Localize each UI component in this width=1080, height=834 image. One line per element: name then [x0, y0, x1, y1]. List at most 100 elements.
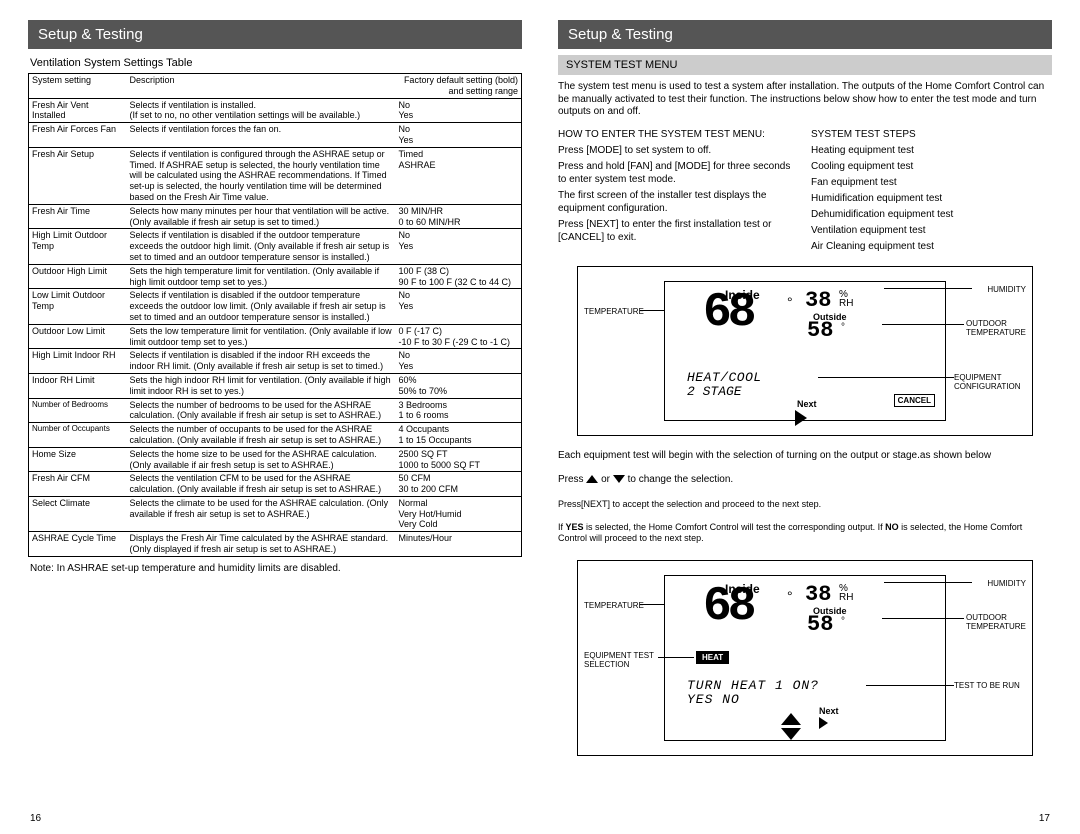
howto-step: The first screen of the installer test d…: [558, 189, 799, 215]
label-temperature: TEMPERATURE: [584, 601, 644, 610]
steps-heading: SYSTEM TEST STEPS: [811, 129, 1052, 140]
cell: Home Size: [29, 447, 127, 472]
left-page: Setup & Testing Ventilation System Setti…: [10, 20, 540, 824]
indoor-temp: 68: [703, 580, 753, 634]
cell: Selects if ventilation is disabled if th…: [127, 289, 396, 324]
next-label: Next: [819, 706, 839, 716]
cell: Low Limit Outdoor Temp: [29, 289, 127, 324]
test-step: Fan equipment test: [811, 176, 1052, 189]
humidity-unit: %RH: [839, 290, 853, 308]
cell: Normal Very Hot/Humid Very Cold: [396, 496, 522, 531]
test-step: Heating equipment test: [811, 144, 1052, 157]
cell: No Yes: [396, 229, 522, 264]
cell: Selects if ventilation forces the fan on…: [127, 123, 396, 148]
cell: Outdoor Low Limit: [29, 324, 127, 349]
table-row: Select ClimateSelects the climate to be …: [29, 496, 522, 531]
table-row: High Limit Outdoor TempSelects if ventil…: [29, 229, 522, 264]
label-outdoor-temp: OUTDOOR TEMPERATURE: [966, 613, 1026, 631]
cell: 100 F (38 C) 90 F to 100 F (32 C to 44 C…: [396, 264, 522, 289]
howto-step: Press and hold [FAN] and [MODE] for thre…: [558, 160, 799, 186]
yes-no: YES NO: [687, 692, 740, 707]
test-step: Air Cleaning equipment test: [811, 240, 1052, 253]
table-row: Number of BedroomsSelects the number of …: [29, 398, 522, 423]
cell: No Yes: [396, 349, 522, 374]
test-step: Humidification equipment test: [811, 192, 1052, 205]
down-button[interactable]: [781, 728, 801, 740]
two-column: HOW TO ENTER THE SYSTEM TEST MENU: Press…: [558, 125, 1052, 256]
test-question: TURN HEAT 1 ON?: [687, 678, 819, 693]
mid-text-3: Press[NEXT] to accept the selection and …: [558, 499, 1052, 510]
cell: Sets the low temperature limit for venti…: [127, 324, 396, 349]
up-button[interactable]: [781, 713, 801, 725]
table-row: Fresh Air CFMSelects the ventilation CFM…: [29, 472, 522, 497]
humidity-value: 38: [805, 288, 831, 313]
next-icon[interactable]: [819, 717, 828, 729]
table-note: Note: In ASHRAE set-up temperature and h…: [30, 563, 522, 574]
cell: Selects if ventilation is disabled if th…: [127, 229, 396, 264]
cell: No Yes: [396, 123, 522, 148]
next-icon[interactable]: [795, 410, 807, 426]
intro-paragraph: The system test menu is used to test a s…: [558, 81, 1052, 119]
cell: 0 F (-17 C) -10 F to 30 F (-29 C to -1 C…: [396, 324, 522, 349]
test-step: Cooling equipment test: [811, 160, 1052, 173]
table-row: High Limit Indoor RHSelects if ventilati…: [29, 349, 522, 374]
cell: 4 Occupants 1 to 15 Occupants: [396, 423, 522, 448]
lcd-diagram-2: TEMPERATURE HUMIDITY OUTDOOR TEMPERATURE…: [558, 560, 1052, 756]
cell: Selects if ventilation is configured thr…: [127, 147, 396, 204]
cancel-button[interactable]: CANCEL: [894, 394, 935, 407]
cell: High Limit Outdoor Temp: [29, 229, 127, 264]
table-row: Fresh Air TimeSelects how many minutes p…: [29, 204, 522, 229]
cell: Minutes/Hour: [396, 532, 522, 557]
table-row: Fresh Air Vent InstalledSelects if venti…: [29, 98, 522, 123]
label-equip-test-sel: EQUIPMENT TEST SELECTION: [584, 651, 658, 669]
up-icon: [586, 475, 598, 483]
how-to-column: HOW TO ENTER THE SYSTEM TEST MENU: Press…: [558, 125, 799, 256]
cell: No Yes: [396, 289, 522, 324]
cell: ASHRAE Cycle Time: [29, 532, 127, 557]
cell: Fresh Air Setup: [29, 147, 127, 204]
label-test-to-run: TEST TO BE RUN: [954, 681, 1026, 690]
degree-icon: °: [787, 294, 793, 310]
table-row: Fresh Air Forces FanSelects if ventilati…: [29, 123, 522, 148]
cell: Timed ASHRAE: [396, 147, 522, 204]
cell: Sets the high temperature limit for vent…: [127, 264, 396, 289]
cell: Fresh Air Vent Installed: [29, 98, 127, 123]
label-humidity: HUMIDITY: [987, 285, 1026, 294]
howto-step: Press [MODE] to set system to off.: [558, 144, 799, 157]
cell: 3 Bedrooms 1 to 6 rooms: [396, 398, 522, 423]
humidity-value: 38: [805, 582, 831, 607]
degree-icon: °: [787, 588, 793, 604]
cell: Selects the number of occupants to be us…: [127, 423, 396, 448]
label-temperature: TEMPERATURE: [584, 307, 644, 316]
cell: Number of Bedrooms: [29, 398, 127, 423]
table-header-row: System setting Description Factory defau…: [29, 74, 522, 99]
test-step: Ventilation equipment test: [811, 224, 1052, 237]
cell: Selects if ventilation is installed. (If…: [127, 98, 396, 123]
table-row: Indoor RH LimitSets the high indoor RH l…: [29, 373, 522, 398]
settings-table: System setting Description Factory defau…: [28, 73, 522, 557]
cell: High Limit Indoor RH: [29, 349, 127, 374]
cell: Selects if ventilation is disabled if th…: [127, 349, 396, 374]
outdoor-temp: 58: [807, 318, 833, 343]
lcd-screen: Inside 68 ° 38 %RH Outside 58 ° TURN HEA…: [664, 575, 946, 741]
howto-step: Press [NEXT] to enter the first installa…: [558, 218, 799, 244]
cell: Select Climate: [29, 496, 127, 531]
th-system-setting: System setting: [29, 74, 127, 99]
table-row: ASHRAE Cycle TimeDisplays the Fresh Air …: [29, 532, 522, 557]
cell: Fresh Air Forces Fan: [29, 123, 127, 148]
down-icon: [613, 475, 625, 483]
cell: Displays the Fresh Air Time calculated b…: [127, 532, 396, 557]
test-step: Dehumidification equipment test: [811, 208, 1052, 221]
next-label: Next: [797, 399, 817, 409]
steps-column: SYSTEM TEST STEPS Heating equipment test…: [811, 125, 1052, 256]
cell: Selects the home size to be used for the…: [127, 447, 396, 472]
table-row: Home SizeSelects the home size to be use…: [29, 447, 522, 472]
how-to-heading: HOW TO ENTER THE SYSTEM TEST MENU:: [558, 129, 799, 140]
humidity-unit: %RH: [839, 584, 853, 602]
config-line-2: 2 STAGE: [687, 384, 742, 399]
cell: Selects how many minutes per hour that v…: [127, 204, 396, 229]
label-humidity: HUMIDITY: [987, 579, 1026, 588]
page-number: 16: [30, 813, 41, 824]
cell: Indoor RH Limit: [29, 373, 127, 398]
lcd-screen: Inside 68 ° 38 %RH Outside 58 ° HEAT/COO…: [664, 281, 946, 421]
